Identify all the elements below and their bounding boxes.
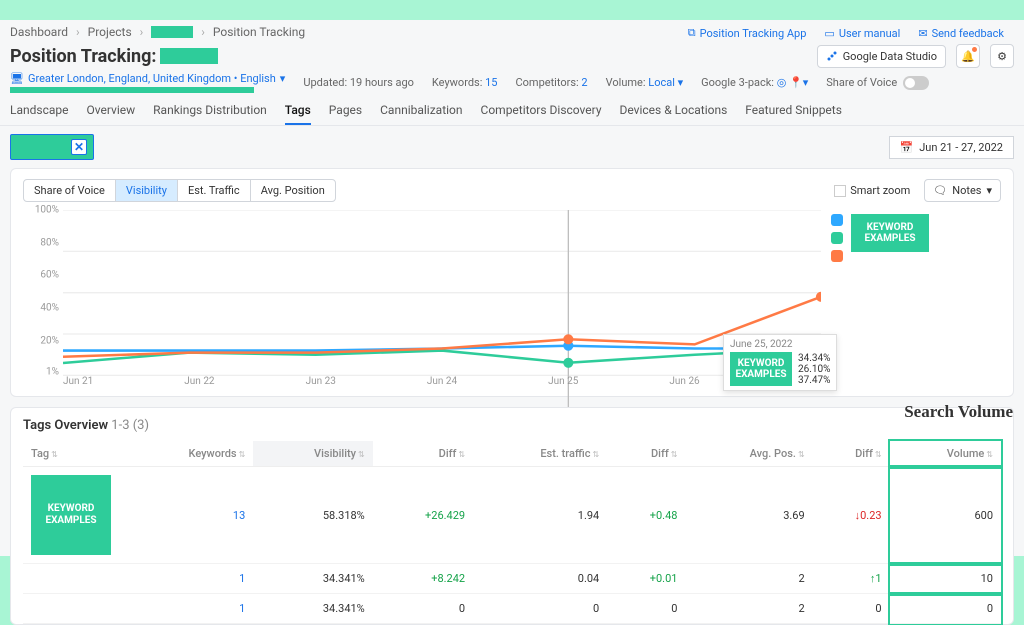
legend-toggle-orange[interactable] <box>831 250 843 262</box>
tab-landscape[interactable]: Landscape <box>10 97 69 125</box>
col-est-traffic[interactable]: Est. traffic⇅ <box>473 441 607 467</box>
tab-devices-locations[interactable]: Devices & Locations <box>620 97 728 125</box>
chip-remove-button[interactable]: ✕ <box>71 139 87 155</box>
volume-selector[interactable]: Volume: Local ▾ <box>606 76 684 89</box>
page-title: Position Tracking: <box>10 46 218 67</box>
crumb-current: Position Tracking <box>213 25 305 39</box>
crumb-project-name[interactable] <box>151 26 193 38</box>
legend-toggle-blue[interactable] <box>831 214 843 226</box>
col-diff[interactable]: Diff⇅ <box>813 441 890 467</box>
legend-toggle-green[interactable] <box>831 232 843 244</box>
tab-bar: Landscape Overview Rankings Distribution Ta… <box>0 97 1024 126</box>
date-range-picker[interactable]: 📅Jun 21 - 27, 2022 <box>889 136 1015 159</box>
tab-pages[interactable]: Pages <box>329 97 362 125</box>
tab-featured-snippets[interactable]: Featured Snippets <box>745 97 842 125</box>
col-diff[interactable]: Diff⇅ <box>607 441 685 467</box>
seg-avg-position[interactable]: Avg. Position <box>251 180 335 201</box>
filter-chip[interactable]: ✕ <box>10 134 94 160</box>
mail-icon: ✉ <box>918 27 927 40</box>
col-volume[interactable]: Volume⇅ <box>890 441 1001 467</box>
seg-share-of-voice[interactable]: Share of Voice <box>24 180 116 201</box>
chart[interactable]: 1%20%40%60%80%100% Jun 21Jun 22Jun 23Jun… <box>23 210 1001 390</box>
competitors-meta: Competitors: 2 <box>515 76 587 89</box>
tags-table: Tag⇅Keywords⇅Visibility⇅Diff⇅Est. traffi… <box>23 441 1001 624</box>
note-icon: 🗨 <box>933 184 947 197</box>
book-icon: ▭ <box>824 27 834 40</box>
monitor-icon: 🖥 <box>10 72 24 85</box>
col-avg-pos-[interactable]: Avg. Pos.⇅ <box>685 441 812 467</box>
visibility-chart-card: Share of VoiceVisibilityEst. TrafficAvg.… <box>10 168 1014 397</box>
tag-box: KEYWORDEXAMPLES <box>31 475 111 555</box>
table-row[interactable]: 134.341%000200 <box>23 594 1001 624</box>
notifications-button[interactable]: 🔔 <box>956 44 980 68</box>
external-icon: ⧉ <box>688 26 696 40</box>
share-of-voice-toggle[interactable]: Share of Voice <box>826 76 929 90</box>
breadcrumb: Dashboard› Projects› › Position Tracking… <box>0 20 1024 44</box>
google-data-studio-icon <box>826 50 838 62</box>
tags-overview-card: Search Volume Tags Overview 1-3 (3) Tag⇅… <box>10 407 1014 625</box>
search-volume-annotation: Search Volume <box>904 402 1013 422</box>
chart-tooltip: June 25, 2022KEYWORDEXAMPLES34.34%26.10%… <box>723 334 837 391</box>
col-diff[interactable]: Diff⇅ <box>373 441 473 467</box>
google-data-studio-button[interactable]: Google Data Studio <box>817 45 946 68</box>
smart-zoom-checkbox[interactable]: Smart zoom <box>834 184 910 197</box>
col-visibility[interactable]: Visibility⇅ <box>253 441 372 467</box>
legend-label-box: KEYWORD EXAMPLES <box>851 214 929 252</box>
col-tag[interactable]: Tag⇅ <box>23 441 123 467</box>
seg-est-traffic[interactable]: Est. Traffic <box>178 180 251 201</box>
table-row[interactable]: 134.341%+8.2420.04+0.012↑110 <box>23 564 1001 594</box>
tab-tags[interactable]: Tags <box>285 97 311 125</box>
calendar-icon: 📅 <box>900 141 914 154</box>
notes-dropdown[interactable]: 🗨Notes ▾ <box>924 179 1001 202</box>
location-selector[interactable]: 🖥Greater London, England, United Kingdom… <box>10 72 285 85</box>
col-keywords[interactable]: Keywords⇅ <box>123 441 253 467</box>
link-user-manual[interactable]: ▭User manual <box>824 26 900 40</box>
chevron-down-icon: ▾ <box>280 72 286 85</box>
seg-visibility[interactable]: Visibility <box>116 180 178 201</box>
tab-competitors-discovery[interactable]: Competitors Discovery <box>481 97 602 125</box>
tab-rankings-distribution[interactable]: Rankings Distribution <box>153 97 267 125</box>
google-3pack-selector[interactable]: Google 3-pack: ◎ 📍▾ <box>701 76 808 89</box>
tags-overview-title: Tags Overview 1-3 (3) <box>23 418 1001 433</box>
link-send-feedback[interactable]: ✉Send feedback <box>918 26 1004 40</box>
updated-meta: Updated: 19 hours ago <box>303 76 414 89</box>
link-tracking-app[interactable]: ⧉Position Tracking App <box>688 26 807 40</box>
settings-button[interactable]: ⚙ <box>990 44 1014 68</box>
tab-overview[interactable]: Overview <box>87 97 136 125</box>
crumb-projects[interactable]: Projects <box>88 25 132 39</box>
crumb-dashboard[interactable]: Dashboard <box>10 25 68 39</box>
table-row[interactable]: KEYWORDEXAMPLES1358.318%+26.4291.94+0.48… <box>23 467 1001 564</box>
tab-cannibalization[interactable]: Cannibalization <box>380 97 462 125</box>
metric-segmented-control: Share of VoiceVisibilityEst. TrafficAvg.… <box>23 179 336 202</box>
keywords-meta: Keywords: 15 <box>432 76 498 89</box>
